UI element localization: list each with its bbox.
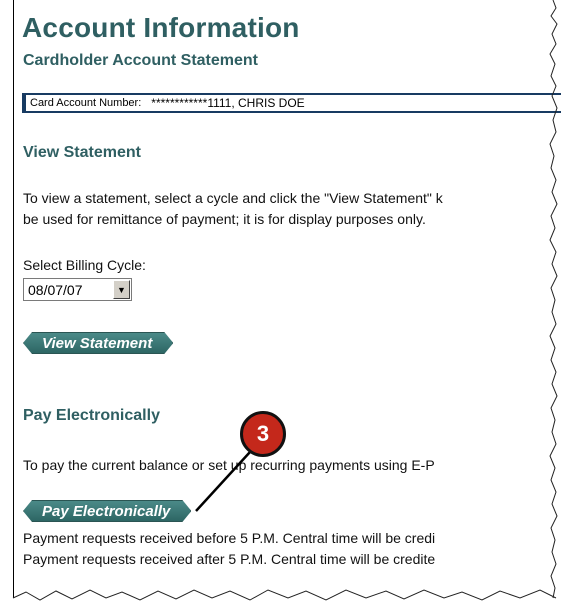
- view-statement-button[interactable]: View Statement: [23, 332, 173, 354]
- account-number-label: Card Account Number:: [30, 97, 142, 109]
- dropdown-arrow-icon[interactable]: ▼: [113, 280, 130, 299]
- billing-cycle-select[interactable]: 08/07/07 ▼: [23, 278, 132, 301]
- pay-electronically-button[interactable]: Pay Electronically: [23, 500, 191, 522]
- view-statement-text-line1: To view a statement, select a cycle and …: [23, 190, 443, 206]
- account-number-value: ************1111, CHRIS DOE: [151, 96, 305, 110]
- page-left-border: [13, 0, 14, 598]
- pay-electronically-heading: Pay Electronically: [23, 407, 160, 424]
- page-title: Account Information: [22, 12, 300, 43]
- account-number-bar: Card Account Number: ************1111, C…: [22, 93, 561, 113]
- step-callout-badge: 3: [240, 411, 286, 457]
- screenshot-frame: Account Information Cardholder Account S…: [0, 0, 561, 604]
- page-subtitle: Cardholder Account Statement: [23, 52, 258, 69]
- billing-cycle-label: Select Billing Cycle:: [23, 257, 146, 273]
- payment-note-line2: Payment requests received after 5 P.M. C…: [23, 551, 436, 567]
- account-number-field: Card Account Number: ************1111, C…: [26, 95, 561, 111]
- payment-note-line1: Payment requests received before 5 P.M. …: [23, 530, 436, 546]
- pay-electronically-text: To pay the current balance or set up rec…: [23, 457, 435, 473]
- view-statement-text-line2: be used for remittance of payment; it is…: [23, 211, 426, 227]
- view-statement-heading: View Statement: [23, 144, 141, 161]
- billing-cycle-value: 08/07/07: [28, 281, 83, 298]
